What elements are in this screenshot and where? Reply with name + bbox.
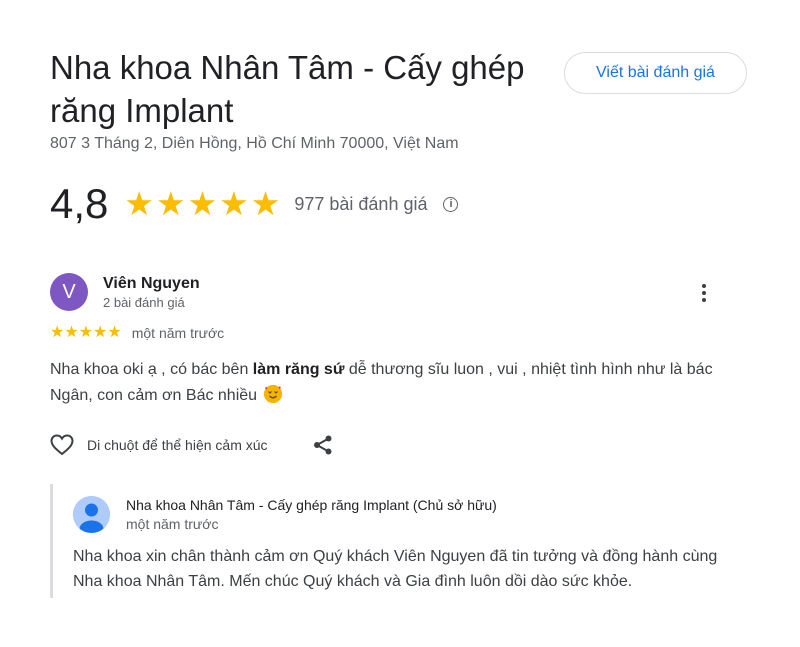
place-title: Nha khoa Nhân Tâm - Cấy ghép răng Implan… <box>50 49 525 129</box>
star-icon: ★ <box>78 324 94 341</box>
star-icon: ★ <box>219 185 249 222</box>
info-icon[interactable]: i <box>443 196 459 212</box>
reviewer-avatar[interactable]: V <box>50 273 88 311</box>
reply-time: một năm trước <box>126 516 219 532</box>
star-icon: ★ <box>93 324 108 341</box>
smiling-face-with-hearts-icon <box>263 385 282 403</box>
review-text-part: Nha khoa oki ạ , có bác bên <box>50 361 253 378</box>
star-icon: ★ <box>50 324 65 341</box>
reply-text: Nha khoa xin chân thành cảm ơn Quý khách… <box>73 548 718 590</box>
review-text-highlight: làm răng sứ <box>252 361 345 378</box>
write-review-button[interactable]: Viết bài đánh giá <box>564 52 747 94</box>
owner-name: Nha khoa Nhân Tâm - Cấy ghép răng Implan… <box>126 497 497 513</box>
rating-stars: ★ ★ ★ ★ ★ <box>124 184 280 224</box>
review-time: một năm trước <box>131 325 225 341</box>
star-icon: ★ <box>124 185 154 222</box>
reviewer-name[interactable]: Viên Nguyen <box>103 275 200 293</box>
review-count[interactable]: 977 bài đánh giá <box>294 194 427 215</box>
star-icon: ★ <box>155 185 186 222</box>
rating-summary: 4,8 ★ ★ ★ ★ ★ 977 bài đánh giá i <box>50 180 459 228</box>
heart-icon[interactable] <box>49 433 75 457</box>
more-vert-icon[interactable] <box>694 281 714 305</box>
review-text: Nha khoa oki ạ , có bác bên làm răng sứ … <box>50 357 730 409</box>
share-icon[interactable] <box>312 434 334 456</box>
star-icon: ★ <box>107 324 122 341</box>
react-hint: Di chuột để thể hiện cảm xúc <box>87 437 268 453</box>
owner-avatar-icon <box>73 496 110 533</box>
star-icon: ★ <box>64 324 79 341</box>
review-rating: ★ ★ ★ ★ ★ một năm trước <box>50 324 224 342</box>
owner-reply: Nha khoa Nhân Tâm - Cấy ghép răng Implan… <box>50 484 753 598</box>
place-address: 807 3 Tháng 2, Diên Hồng, Hồ Chí Minh 70… <box>50 135 459 152</box>
star-icon: ★ <box>250 185 281 222</box>
reviewer-review-count: 2 bài đánh giá <box>103 295 185 310</box>
star-icon: ★ <box>187 185 218 222</box>
rating-value: 4,8 <box>50 180 109 227</box>
